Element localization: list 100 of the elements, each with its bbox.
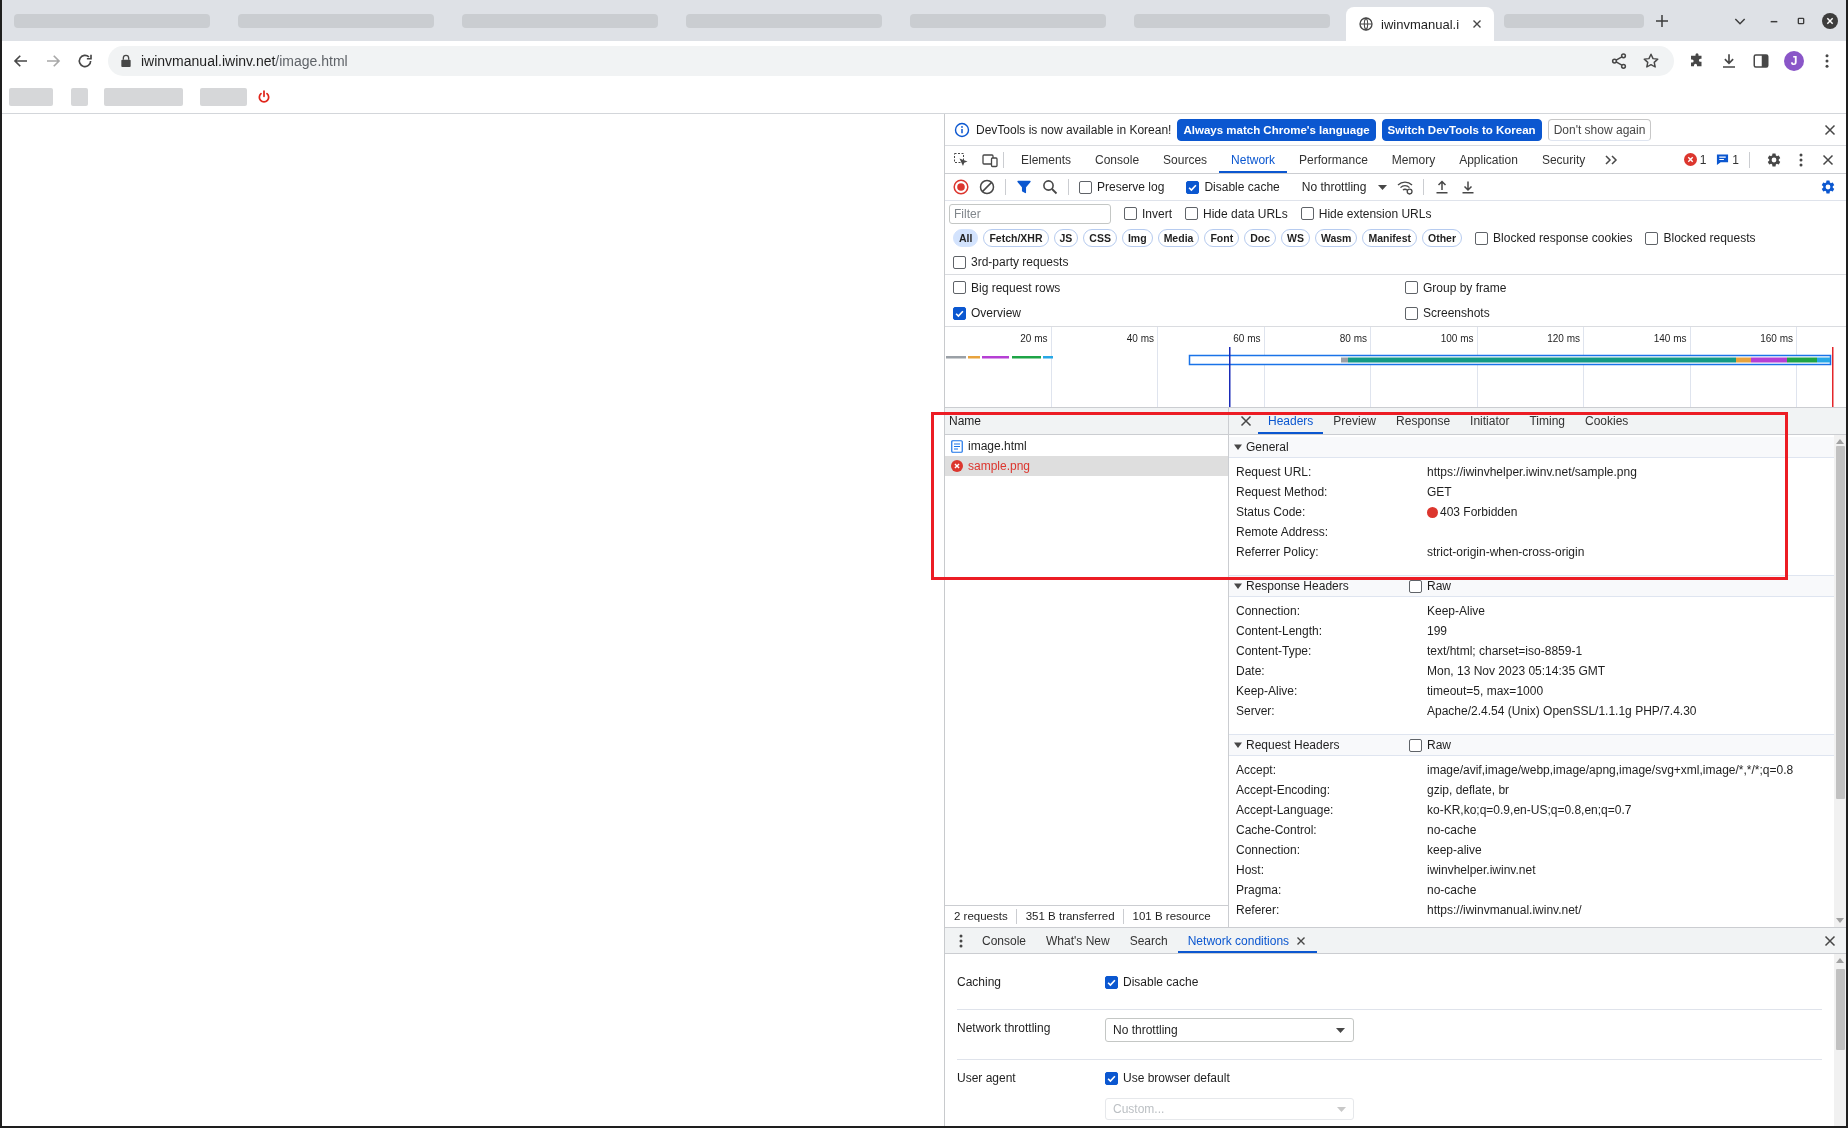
filter-input[interactable]: Filter <box>949 203 1111 224</box>
window-close-icon[interactable] <box>1822 12 1838 29</box>
error-counter[interactable]: 1 <box>1678 152 1712 167</box>
details-tab[interactable]: Headers <box>1258 408 1324 434</box>
checkbox-label[interactable]: Disable cache <box>1204 180 1280 194</box>
infobar-button[interactable]: Switch DevTools to Korean <box>1381 118 1542 141</box>
checkbox[interactable] <box>1405 306 1418 320</box>
checkbox-label[interactable]: Use browser default <box>1123 1071 1230 1085</box>
browser-tab[interactable]: iwinvmanual.i <box>1346 7 1494 41</box>
panel-tab[interactable]: Performance <box>1287 146 1380 173</box>
upload-icon[interactable] <box>1434 179 1451 195</box>
scrollbar-thumb[interactable] <box>1835 446 1845 799</box>
request-row[interactable]: image.html <box>945 436 1228 456</box>
checkbox[interactable] <box>1475 231 1489 245</box>
checkbox[interactable] <box>1124 207 1137 220</box>
infobar-button[interactable]: Always match Chrome's language <box>1177 118 1376 141</box>
checkbox-label[interactable]: Screenshots <box>1423 306 1490 321</box>
checkbox[interactable] <box>953 255 966 269</box>
panel-tab[interactable]: Application <box>1447 146 1530 173</box>
type-filter-button[interactable]: WS <box>1281 229 1310 247</box>
checkbox-label[interactable]: Raw <box>1427 579 1451 593</box>
checkbox-label[interactable]: Invert <box>1142 206 1172 221</box>
panel-tab[interactable]: Security <box>1529 146 1598 173</box>
drawer-tab[interactable]: Console <box>972 928 1037 953</box>
download-icon[interactable] <box>1460 179 1477 195</box>
details-tab[interactable]: Initiator <box>1460 408 1520 434</box>
details-tab[interactable]: Cookies <box>1575 408 1639 434</box>
type-filter-button[interactable]: Media <box>1157 229 1200 247</box>
scrollbar-thumb[interactable] <box>1835 969 1845 1050</box>
inspect-element-icon[interactable] <box>953 151 969 168</box>
type-filter-button[interactable]: Img <box>1121 229 1153 247</box>
panel-tab[interactable]: Memory <box>1379 146 1448 173</box>
panel-tab[interactable]: Sources <box>1151 146 1220 173</box>
side-panel-icon[interactable] <box>1752 51 1770 70</box>
address-bar[interactable]: iwinvmanual.iwinv.net/image.html <box>108 45 1674 76</box>
details-tab[interactable]: Preview <box>1323 408 1387 434</box>
checkbox-label[interactable]: Group by frame <box>1423 280 1507 295</box>
infobar-button[interactable]: Don't show again <box>1547 118 1652 141</box>
record-icon[interactable] <box>953 179 969 195</box>
type-filter-button[interactable]: Doc <box>1244 229 1276 247</box>
section-title[interactable]: Response Headers <box>1246 579 1409 593</box>
checkbox-label[interactable]: Hide data URLs <box>1203 206 1288 221</box>
download-icon[interactable] <box>1720 51 1738 70</box>
type-filter-button[interactable]: JS <box>1053 229 1079 247</box>
expand-triangle-icon[interactable] <box>1234 582 1242 590</box>
checkbox[interactable] <box>1300 207 1314 220</box>
drawer-tab[interactable]: Network conditions <box>1177 928 1318 953</box>
type-filter-button[interactable]: CSS <box>1083 229 1117 247</box>
type-filter-button[interactable]: Fetch/XHR <box>983 229 1049 247</box>
checkbox-label[interactable]: Big request rows <box>971 280 1061 295</box>
type-filter-button[interactable]: All <box>953 229 979 247</box>
checkbox[interactable] <box>1105 975 1118 989</box>
type-filter-button[interactable]: Manifest <box>1362 229 1418 247</box>
type-filter-button[interactable]: Other <box>1422 229 1463 247</box>
checkbox-label[interactable]: Hide extension URLs <box>1318 206 1432 221</box>
throttling-dropdown[interactable]: No throttling <box>1301 180 1388 194</box>
checkbox-label[interactable]: Disable cache <box>1123 975 1199 989</box>
details-tab[interactable]: Timing <box>1519 408 1575 434</box>
close-icon[interactable] <box>1295 934 1308 947</box>
filter-icon[interactable] <box>1016 179 1032 195</box>
checkbox-label[interactable]: Raw <box>1427 738 1451 752</box>
checkbox[interactable] <box>1105 1071 1118 1085</box>
settings-icon[interactable] <box>1766 151 1782 168</box>
checkbox-label[interactable]: Overview <box>971 306 1021 321</box>
checkbox[interactable] <box>1645 231 1659 245</box>
settings-icon[interactable] <box>1820 179 1836 195</box>
clear-icon[interactable] <box>979 179 995 195</box>
search-icon[interactable] <box>1042 179 1058 195</box>
section-title[interactable]: General <box>1246 440 1409 454</box>
details-tab[interactable]: Response <box>1386 408 1461 434</box>
profile-button[interactable]: J <box>1784 50 1804 71</box>
checkbox-label[interactable]: 3rd-party requests <box>971 255 1069 269</box>
throttling-select[interactable]: No throttling <box>1105 1018 1354 1042</box>
checkbox-label[interactable]: Blocked requests <box>1663 231 1756 245</box>
drawer-tab[interactable]: Search <box>1119 928 1178 953</box>
type-filter-button[interactable]: Font <box>1204 229 1240 247</box>
section-title[interactable]: Request Headers <box>1246 738 1409 752</box>
message-counter[interactable]: 1 <box>1711 152 1744 167</box>
checkbox[interactable] <box>953 306 966 320</box>
checkbox[interactable] <box>1079 180 1092 194</box>
drawer-tab[interactable]: What's New <box>1036 928 1120 953</box>
panel-tab[interactable]: Console <box>1083 146 1152 173</box>
type-filter-button[interactable]: Wasm <box>1314 229 1358 247</box>
panel-tab[interactable]: Network <box>1219 146 1288 173</box>
checkbox[interactable] <box>1185 207 1198 220</box>
checkbox[interactable] <box>1405 281 1418 295</box>
checkbox-label[interactable]: Blocked response cookies <box>1493 231 1633 245</box>
checkbox-label[interactable]: Preserve log <box>1097 180 1165 194</box>
checkbox[interactable] <box>1409 738 1422 752</box>
checkbox[interactable] <box>1186 180 1200 194</box>
star-icon[interactable] <box>1642 51 1660 70</box>
share-icon[interactable] <box>1610 51 1628 70</box>
expand-triangle-icon[interactable] <box>1234 741 1242 749</box>
network-conditions-icon[interactable] <box>1397 179 1414 195</box>
panel-tab[interactable]: Elements <box>1009 146 1084 173</box>
close-icon[interactable] <box>1238 413 1254 429</box>
power-icon[interactable] <box>256 88 272 105</box>
device-toolbar-icon[interactable] <box>982 151 998 168</box>
expand-triangle-icon[interactable] <box>1234 443 1242 451</box>
checkbox[interactable] <box>953 281 966 295</box>
